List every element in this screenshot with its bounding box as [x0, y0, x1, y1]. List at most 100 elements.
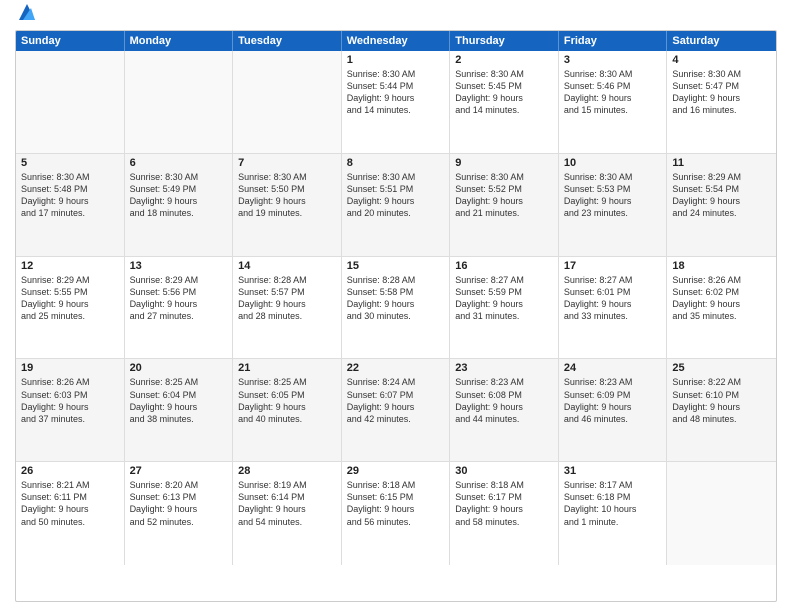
cell-text: Sunrise: 8:20 AM Sunset: 6:13 PM Dayligh… — [130, 479, 228, 528]
cell-text: Sunrise: 8:18 AM Sunset: 6:17 PM Dayligh… — [455, 479, 553, 528]
calendar-cell: 10Sunrise: 8:30 AM Sunset: 5:53 PM Dayli… — [559, 154, 668, 256]
empty-cell — [233, 51, 342, 153]
calendar-cell: 28 Sunrise: 8:19 AM Sunset: 6:14 PM Dayli… — [233, 462, 342, 565]
cell-text: Sunrise: 8:30 AM Sunset: 5:49 PM Dayligh… — [130, 171, 228, 220]
cell-text: Sunrise: 8:30 AM Sunset: 5:51 PM Dayligh… — [347, 171, 445, 220]
calendar-cell: 31 Sunrise: 8:17 AM Sunset: 6:18 PM Dayli… — [559, 462, 668, 565]
day-number: 8 — [347, 157, 445, 169]
day-number: 20 — [130, 362, 228, 374]
logo-icon — [17, 2, 37, 22]
cell-text: Sunrise: 8:21 AM Sunset: 6:11 PM Dayligh… — [21, 479, 119, 528]
calendar-row: 12 Sunrise: 8:29 AM Sunset: 5:55 PM Dayli… — [16, 257, 776, 360]
cell-text: Sunrise: 8:30 AM Sunset: 5:47 PM Dayligh… — [672, 68, 771, 117]
calendar-cell: 17Sunrise: 8:27 AM Sunset: 6:01 PM Dayli… — [559, 257, 668, 359]
day-number: 23 — [455, 362, 553, 374]
cell-text: Sunrise: 8:25 AM Sunset: 6:05 PM Dayligh… — [238, 376, 336, 425]
calendar-cell: 23 Sunrise: 8:23 AM Sunset: 6:08 PM Dayli… — [450, 359, 559, 461]
cell-text: Sunrise: 8:28 AM Sunset: 5:57 PM Dayligh… — [238, 274, 336, 323]
day-number: 6 — [130, 157, 228, 169]
weekday-header: Saturday — [667, 31, 776, 51]
cell-text: Sunrise: 8:23 AM Sunset: 6:09 PM Dayligh… — [564, 376, 662, 425]
day-number: 17 — [564, 260, 662, 272]
weekday-header: Wednesday — [342, 31, 451, 51]
calendar-cell: 29 Sunrise: 8:18 AM Sunset: 6:15 PM Dayli… — [342, 462, 451, 565]
header — [15, 10, 777, 22]
weekday-header: Monday — [125, 31, 234, 51]
day-number: 14 — [238, 260, 336, 272]
logo — [15, 10, 37, 22]
calendar-header: SundayMondayTuesdayWednesdayThursdayFrid… — [16, 31, 776, 51]
day-number: 7 — [238, 157, 336, 169]
calendar-cell: 11 Sunrise: 8:29 AM Sunset: 5:54 PM Dayli… — [667, 154, 776, 256]
cell-text: Sunrise: 8:30 AM Sunset: 5:52 PM Dayligh… — [455, 171, 553, 220]
day-number: 11 — [672, 157, 771, 169]
calendar-cell: 19 Sunrise: 8:26 AM Sunset: 6:03 PM Dayli… — [16, 359, 125, 461]
cell-text: Sunrise: 8:18 AM Sunset: 6:15 PM Dayligh… — [347, 479, 445, 528]
calendar-cell: 18 Sunrise: 8:26 AM Sunset: 6:02 PM Dayli… — [667, 257, 776, 359]
day-number: 25 — [672, 362, 771, 374]
day-number: 30 — [455, 465, 553, 477]
cell-text: Sunrise: 8:30 AM Sunset: 5:46 PM Dayligh… — [564, 68, 662, 117]
day-number: 13 — [130, 260, 228, 272]
calendar: SundayMondayTuesdayWednesdayThursdayFrid… — [15, 30, 777, 602]
calendar-cell: 13 Sunrise: 8:29 AM Sunset: 5:56 PM Dayli… — [125, 257, 234, 359]
day-number: 24 — [564, 362, 662, 374]
calendar-cell: 25 Sunrise: 8:22 AM Sunset: 6:10 PM Dayli… — [667, 359, 776, 461]
day-number: 31 — [564, 465, 662, 477]
calendar-row: 5 Sunrise: 8:30 AM Sunset: 5:48 PM Daylig… — [16, 154, 776, 257]
calendar-cell: 26Sunrise: 8:21 AM Sunset: 6:11 PM Dayli… — [16, 462, 125, 565]
day-number: 18 — [672, 260, 771, 272]
calendar-row: 19 Sunrise: 8:26 AM Sunset: 6:03 PM Dayli… — [16, 359, 776, 462]
cell-text: Sunrise: 8:29 AM Sunset: 5:56 PM Dayligh… — [130, 274, 228, 323]
empty-cell — [125, 51, 234, 153]
cell-text: Sunrise: 8:30 AM Sunset: 5:50 PM Dayligh… — [238, 171, 336, 220]
cell-text: Sunrise: 8:26 AM Sunset: 6:02 PM Dayligh… — [672, 274, 771, 323]
cell-text: Sunrise: 8:30 AM Sunset: 5:44 PM Dayligh… — [347, 68, 445, 117]
calendar-cell: 8 Sunrise: 8:30 AM Sunset: 5:51 PM Daylig… — [342, 154, 451, 256]
cell-text: Sunrise: 8:25 AM Sunset: 6:04 PM Dayligh… — [130, 376, 228, 425]
calendar-cell: 14 Sunrise: 8:28 AM Sunset: 5:57 PM Dayli… — [233, 257, 342, 359]
cell-text: Sunrise: 8:26 AM Sunset: 6:03 PM Dayligh… — [21, 376, 119, 425]
day-number: 12 — [21, 260, 119, 272]
calendar-cell: 24 Sunrise: 8:23 AM Sunset: 6:09 PM Dayli… — [559, 359, 668, 461]
day-number: 5 — [21, 157, 119, 169]
cell-text: Sunrise: 8:30 AM Sunset: 5:53 PM Dayligh… — [564, 171, 662, 220]
cell-text: Sunrise: 8:29 AM Sunset: 5:54 PM Dayligh… — [672, 171, 771, 220]
cell-text: Sunrise: 8:17 AM Sunset: 6:18 PM Dayligh… — [564, 479, 662, 528]
calendar-cell: 5 Sunrise: 8:30 AM Sunset: 5:48 PM Daylig… — [16, 154, 125, 256]
cell-text: Sunrise: 8:23 AM Sunset: 6:08 PM Dayligh… — [455, 376, 553, 425]
day-number: 19 — [21, 362, 119, 374]
day-number: 16 — [455, 260, 553, 272]
day-number: 3 — [564, 54, 662, 66]
calendar-body: 1 Sunrise: 8:30 AM Sunset: 5:44 PM Daylig… — [16, 51, 776, 565]
day-number: 28 — [238, 465, 336, 477]
weekday-header: Tuesday — [233, 31, 342, 51]
calendar-cell: 27Sunrise: 8:20 AM Sunset: 6:13 PM Dayli… — [125, 462, 234, 565]
cell-text: Sunrise: 8:19 AM Sunset: 6:14 PM Dayligh… — [238, 479, 336, 528]
day-number: 1 — [347, 54, 445, 66]
calendar-cell: 20 Sunrise: 8:25 AM Sunset: 6:04 PM Dayli… — [125, 359, 234, 461]
calendar-cell: 7 Sunrise: 8:30 AM Sunset: 5:50 PM Daylig… — [233, 154, 342, 256]
weekday-header: Sunday — [16, 31, 125, 51]
day-number: 4 — [672, 54, 771, 66]
cell-text: Sunrise: 8:30 AM Sunset: 5:48 PM Dayligh… — [21, 171, 119, 220]
calendar-cell: 2Sunrise: 8:30 AM Sunset: 5:45 PM Daylig… — [450, 51, 559, 153]
calendar-cell: 16 Sunrise: 8:27 AM Sunset: 5:59 PM Dayli… — [450, 257, 559, 359]
day-number: 15 — [347, 260, 445, 272]
day-number: 9 — [455, 157, 553, 169]
day-number: 29 — [347, 465, 445, 477]
calendar-cell: 3 Sunrise: 8:30 AM Sunset: 5:46 PM Daylig… — [559, 51, 668, 153]
cell-text: Sunrise: 8:28 AM Sunset: 5:58 PM Dayligh… — [347, 274, 445, 323]
calendar-cell: 1 Sunrise: 8:30 AM Sunset: 5:44 PM Daylig… — [342, 51, 451, 153]
empty-cell — [16, 51, 125, 153]
cell-text: Sunrise: 8:29 AM Sunset: 5:55 PM Dayligh… — [21, 274, 119, 323]
cell-text: Sunrise: 8:27 AM Sunset: 5:59 PM Dayligh… — [455, 274, 553, 323]
day-number: 22 — [347, 362, 445, 374]
cell-text: Sunrise: 8:22 AM Sunset: 6:10 PM Dayligh… — [672, 376, 771, 425]
cell-text: Sunrise: 8:24 AM Sunset: 6:07 PM Dayligh… — [347, 376, 445, 425]
weekday-header: Thursday — [450, 31, 559, 51]
weekday-header: Friday — [559, 31, 668, 51]
calendar-cell: 6 Sunrise: 8:30 AM Sunset: 5:49 PM Daylig… — [125, 154, 234, 256]
empty-cell — [667, 462, 776, 565]
cell-text: Sunrise: 8:30 AM Sunset: 5:45 PM Dayligh… — [455, 68, 553, 117]
